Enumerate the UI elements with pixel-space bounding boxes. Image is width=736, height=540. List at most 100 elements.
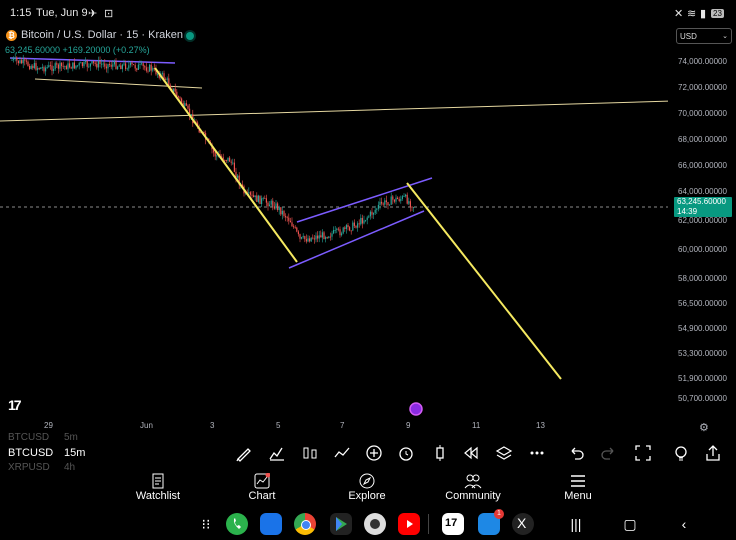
y-tick-label: 51,900.00000	[678, 374, 727, 383]
candle-body	[57, 64, 59, 69]
home-button[interactable]: ▢	[622, 516, 638, 532]
camera-app-icon[interactable]	[364, 513, 386, 535]
candle-body	[139, 64, 141, 65]
more-icon[interactable]	[528, 444, 548, 464]
candle-body	[374, 209, 376, 213]
nav-explore[interactable]: Explore	[344, 472, 390, 502]
candle-body	[291, 222, 293, 227]
replay-icon[interactable]	[462, 444, 482, 464]
watchlist-row[interactable]: BTCUSD 15m	[8, 447, 85, 462]
x-app-icon[interactable]: X	[512, 513, 534, 535]
candle-body	[384, 200, 386, 205]
recent-apps-button[interactable]: |||	[568, 516, 584, 532]
phone-app-icon[interactable]	[226, 513, 248, 535]
layers-icon[interactable]	[495, 444, 515, 464]
y-tick-label: 60,000.00000	[678, 245, 727, 254]
candle-body	[313, 238, 315, 240]
tradingview-app-label: 17	[445, 517, 458, 529]
candle-body	[142, 63, 144, 67]
candle-body	[249, 192, 251, 195]
candle-body	[141, 63, 143, 65]
candle-body	[393, 199, 395, 202]
back-button[interactable]: ‹	[676, 516, 692, 532]
candle-body	[78, 63, 80, 66]
tradingview-app-icon[interactable]: 17	[442, 513, 464, 535]
candle-body	[233, 162, 235, 172]
candle-body	[283, 210, 285, 217]
candle-body	[253, 195, 255, 198]
candle-body	[91, 61, 93, 64]
y-axis[interactable]: 74,000.00000 72,000.00000 70,000.00000 68,0…	[668, 56, 736, 420]
candle-body	[379, 201, 381, 205]
candle-body	[401, 196, 403, 199]
community-icon	[443, 472, 503, 490]
wallet-app-icon[interactable]: 1	[478, 509, 504, 535]
candle-body	[105, 66, 107, 69]
nav-watchlist[interactable]: Watchlist	[130, 472, 186, 502]
last-price-value: 63,245.60000	[677, 197, 726, 206]
watchlist-icon	[130, 472, 186, 490]
candle-body	[256, 195, 258, 202]
watchlist-panel[interactable]: BTCUSD 5m BTCUSD 15m XRPUSD 4h	[8, 432, 85, 477]
chart-toolbar	[230, 444, 730, 464]
x-tick-label: 13	[536, 421, 545, 430]
x-tick-label: 11	[472, 421, 481, 430]
candle-body	[286, 217, 288, 219]
downtrend-line	[154, 67, 298, 263]
candle-settings-icon[interactable]	[431, 444, 451, 464]
candle-body	[229, 157, 231, 162]
alert-icon[interactable]	[397, 444, 417, 464]
watchlist-interval: 15m	[64, 447, 86, 459]
candle-body	[328, 236, 330, 238]
candle-body	[43, 67, 45, 72]
candle-body	[86, 61, 88, 67]
candle-body	[397, 197, 399, 200]
candle-body	[310, 237, 312, 242]
candle-body	[365, 219, 367, 221]
candle-body	[129, 62, 131, 66]
nav-menu[interactable]: Menu	[558, 472, 598, 502]
indicators-icon[interactable]	[268, 444, 288, 464]
price-chart[interactable]	[0, 0, 668, 420]
chart-settings-icon[interactable]: ⚙	[699, 421, 709, 434]
candle-body	[285, 216, 287, 218]
redo-icon[interactable]	[600, 444, 620, 464]
youtube-app-icon[interactable]	[398, 513, 420, 535]
add-icon[interactable]	[365, 444, 385, 464]
compare-icon[interactable]	[333, 444, 353, 464]
candle-body	[49, 65, 51, 67]
undo-icon[interactable]	[567, 444, 587, 464]
share-icon[interactable]	[704, 444, 724, 464]
candle-body	[337, 228, 339, 230]
currency-select[interactable]: USD ⌄	[676, 28, 732, 44]
candle-body	[166, 78, 168, 80]
y-tick-label: 50,700.00000	[678, 394, 727, 403]
idea-icon[interactable]	[672, 444, 692, 464]
candle-body	[376, 208, 378, 210]
candle-body	[389, 204, 391, 206]
candle-body	[22, 59, 24, 64]
fullscreen-icon[interactable]	[634, 444, 654, 464]
app-drawer-icon[interactable]: ⁝⁝	[198, 516, 214, 532]
candle-body	[109, 64, 111, 66]
candle-type-icon[interactable]	[301, 444, 321, 464]
candle-body	[273, 206, 275, 209]
candle-body	[144, 66, 146, 68]
candle-body	[385, 200, 387, 203]
nav-community[interactable]: Community	[443, 472, 503, 502]
candle-body	[115, 61, 117, 69]
play-store-icon[interactable]	[330, 513, 352, 535]
candle-body	[145, 67, 147, 71]
nav-chart[interactable]: Chart	[240, 472, 284, 502]
draw-pen-icon[interactable]	[235, 444, 255, 464]
y-tick-label: 72,000.00000	[678, 83, 727, 92]
candle-body	[408, 201, 410, 204]
candle-body	[165, 79, 167, 81]
x-tick-label: Jun	[140, 421, 153, 430]
dock-divider	[428, 514, 429, 534]
messages-app-icon[interactable]	[260, 513, 282, 535]
chrome-app-icon[interactable]	[294, 513, 316, 535]
watchlist-row[interactable]: BTCUSD 5m	[8, 432, 85, 447]
nav-watchlist-label: Watchlist	[135, 490, 181, 502]
candle-body	[334, 230, 336, 231]
